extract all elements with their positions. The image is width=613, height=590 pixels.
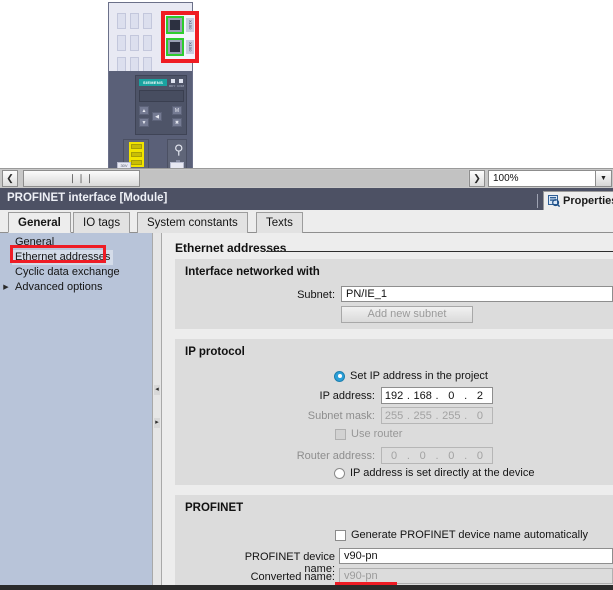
scroll-right-icon[interactable]: ❯ xyxy=(469,170,485,187)
drive-operator-section: SIEMENS RDY COM ▲ ▼ ◀ M ✖ 30V xyxy=(109,71,192,168)
esc-button-icon: ✖ xyxy=(172,118,182,127)
ip-address-label: IP address: xyxy=(275,390,375,402)
window-bottom-edge xyxy=(0,585,613,590)
ip-octet-1[interactable]: 192 xyxy=(382,390,406,402)
com-led-label: COM xyxy=(177,84,184,88)
checkbox-use-router-label: Use router xyxy=(351,428,402,440)
add-new-subnet-button[interactable]: Add new subnet xyxy=(341,306,473,323)
tab-texts[interactable]: Texts xyxy=(256,212,303,233)
pane-splitter[interactable]: ◂ ▸ xyxy=(152,233,162,585)
ethernet-addresses-highlight-annotation xyxy=(10,245,106,263)
horizontal-scrollbar-row: ❮ ❘❘❘ ❯ 100% ▼ xyxy=(0,168,613,188)
com-led-icon xyxy=(179,79,183,83)
drive-display xyxy=(139,90,184,102)
group-profinet-title: PROFINET xyxy=(185,502,243,514)
checkbox-indicator xyxy=(335,429,346,440)
radio-set-ip-in-project[interactable]: Set IP address in the project xyxy=(334,370,488,382)
radio-set-ip-in-project-label: Set IP address in the project xyxy=(350,370,488,382)
router-address-input: 0 . 0 . 0 . 0 xyxy=(381,447,493,464)
heading-divider xyxy=(266,251,613,252)
router-octet-4: 0 xyxy=(468,450,492,462)
tree-item-advanced-options-label: Advanced options xyxy=(12,280,105,295)
tab-io-tags[interactable]: IO tags xyxy=(73,212,130,233)
terminal-block-yellow xyxy=(129,142,144,167)
splitter-grip-up-icon[interactable]: ◂ xyxy=(154,385,160,395)
ip-octet-4[interactable]: 2 xyxy=(468,390,492,402)
tree-item-cyclic-data-exchange[interactable]: Cyclic data exchange xyxy=(0,265,123,280)
inspect-properties-icon xyxy=(548,195,560,207)
router-address-label: Router address: xyxy=(269,450,375,462)
navigation-tree: General Ethernet addresses Cyclic data e… xyxy=(0,233,152,585)
inspector-title-bar: PROFINET interface [Module] Properties xyxy=(0,188,613,210)
radio-indicator xyxy=(334,468,345,479)
router-octet-2: 0 xyxy=(411,450,435,462)
splitter-grip-down-icon[interactable]: ▸ xyxy=(154,418,160,428)
profinet-device-name-input[interactable]: v90-pn xyxy=(339,548,613,564)
group-ip-protocol-title: IP protocol xyxy=(185,346,245,358)
ip-octet-3[interactable]: 0 xyxy=(439,390,463,402)
router-octet-3: 0 xyxy=(439,450,463,462)
radio-indicator xyxy=(334,371,345,382)
chevron-down-icon[interactable]: ▼ xyxy=(595,171,611,186)
rdy-led-label: RDY xyxy=(169,84,175,88)
zoom-level-value: 100% xyxy=(489,173,595,184)
toolbar-divider xyxy=(537,194,538,208)
group-interface-networked-with: Interface networked with Subnet: PN/IE_1… xyxy=(175,259,613,329)
mask-octet-1: 255 xyxy=(382,410,406,422)
horizontal-scrollbar-thumb[interactable]: ❘❘❘ xyxy=(23,170,140,187)
ip-octet-2[interactable]: 168 xyxy=(411,390,435,402)
ok-button-icon: M xyxy=(172,106,182,115)
subnet-mask-input: 255 . 255 . 255 . 0 xyxy=(381,407,493,424)
mask-octet-4: 0 xyxy=(468,410,492,422)
subnet-mask-label: Subnet mask: xyxy=(275,410,375,422)
checkbox-generate-profinet-device-name[interactable]: Generate PROFINET device name automatica… xyxy=(335,529,588,541)
mask-octet-3: 255 xyxy=(439,410,463,422)
group-interface-title: Interface networked with xyxy=(185,266,320,278)
checkbox-use-router: Use router xyxy=(335,428,402,440)
profinet-device-name-highlight-annotation xyxy=(335,582,397,585)
tab-properties[interactable]: Properties xyxy=(543,191,613,210)
ip-address-input[interactable]: 192 . 168 . 0 . 2 xyxy=(381,387,493,404)
tab-properties-label: Properties xyxy=(563,195,613,207)
chevron-right-icon[interactable]: ▶ xyxy=(0,280,12,295)
horizontal-scrollbar-track[interactable] xyxy=(140,170,468,187)
page-title: PROFINET interface [Module] xyxy=(7,192,167,204)
router-octet-1: 0 xyxy=(382,450,406,462)
tree-item-advanced-options[interactable]: ▶Advanced options xyxy=(0,280,105,295)
checkbox-generate-profinet-device-name-label: Generate PROFINET device name automatica… xyxy=(351,529,588,541)
subnet-label: Subnet: xyxy=(235,289,335,301)
converted-name-label: Converted name: xyxy=(225,571,335,583)
menu-button-icon: ◀ xyxy=(152,112,162,121)
zoom-level-combobox[interactable]: 100% ▼ xyxy=(488,170,612,187)
group-profinet: PROFINET Generate PROFINET device name a… xyxy=(175,495,613,585)
port-highlight-annotation xyxy=(161,11,199,63)
ethernet-addresses-form: Ethernet addresses Interface networked w… xyxy=(162,233,613,585)
down-button-icon: ▼ xyxy=(139,118,149,127)
siemens-logo: SIEMENS xyxy=(139,79,167,86)
tree-item-cyclic-data-exchange-label: Cyclic data exchange xyxy=(12,265,123,280)
tab-general[interactable]: General xyxy=(8,212,71,233)
drive-housing: X150 P1 X150 P2 SIEMENS RDY COM ▲ ▼ ◀ M … xyxy=(108,2,193,168)
up-button-icon: ▲ xyxy=(139,106,149,115)
inspector-tabs: General IO tags System constants Texts xyxy=(0,210,613,233)
mask-octet-2: 255 xyxy=(411,410,435,422)
group-ip-protocol: IP protocol Set IP address in the projec… xyxy=(175,339,613,485)
radio-set-ip-at-device[interactable]: IP address is set directly at the device xyxy=(334,467,534,479)
section-heading: Ethernet addresses xyxy=(175,241,286,255)
tab-system-constants[interactable]: System constants xyxy=(137,212,248,233)
checkbox-indicator xyxy=(335,530,346,541)
operator-panel: SIEMENS RDY COM ▲ ▼ ◀ M ✖ xyxy=(135,75,187,135)
scroll-left-icon[interactable]: ❮ xyxy=(2,170,18,187)
usb-icon: ⚲ xyxy=(174,143,184,156)
device-photo-area: X150 P1 X150 P2 SIEMENS RDY COM ▲ ▼ ◀ M … xyxy=(0,0,613,168)
subnet-input[interactable]: PN/IE_1 xyxy=(341,286,613,302)
rdy-led-icon xyxy=(171,79,175,83)
ventilation-slots-icon xyxy=(117,13,155,73)
radio-set-ip-at-device-label: IP address is set directly at the device xyxy=(350,467,534,479)
